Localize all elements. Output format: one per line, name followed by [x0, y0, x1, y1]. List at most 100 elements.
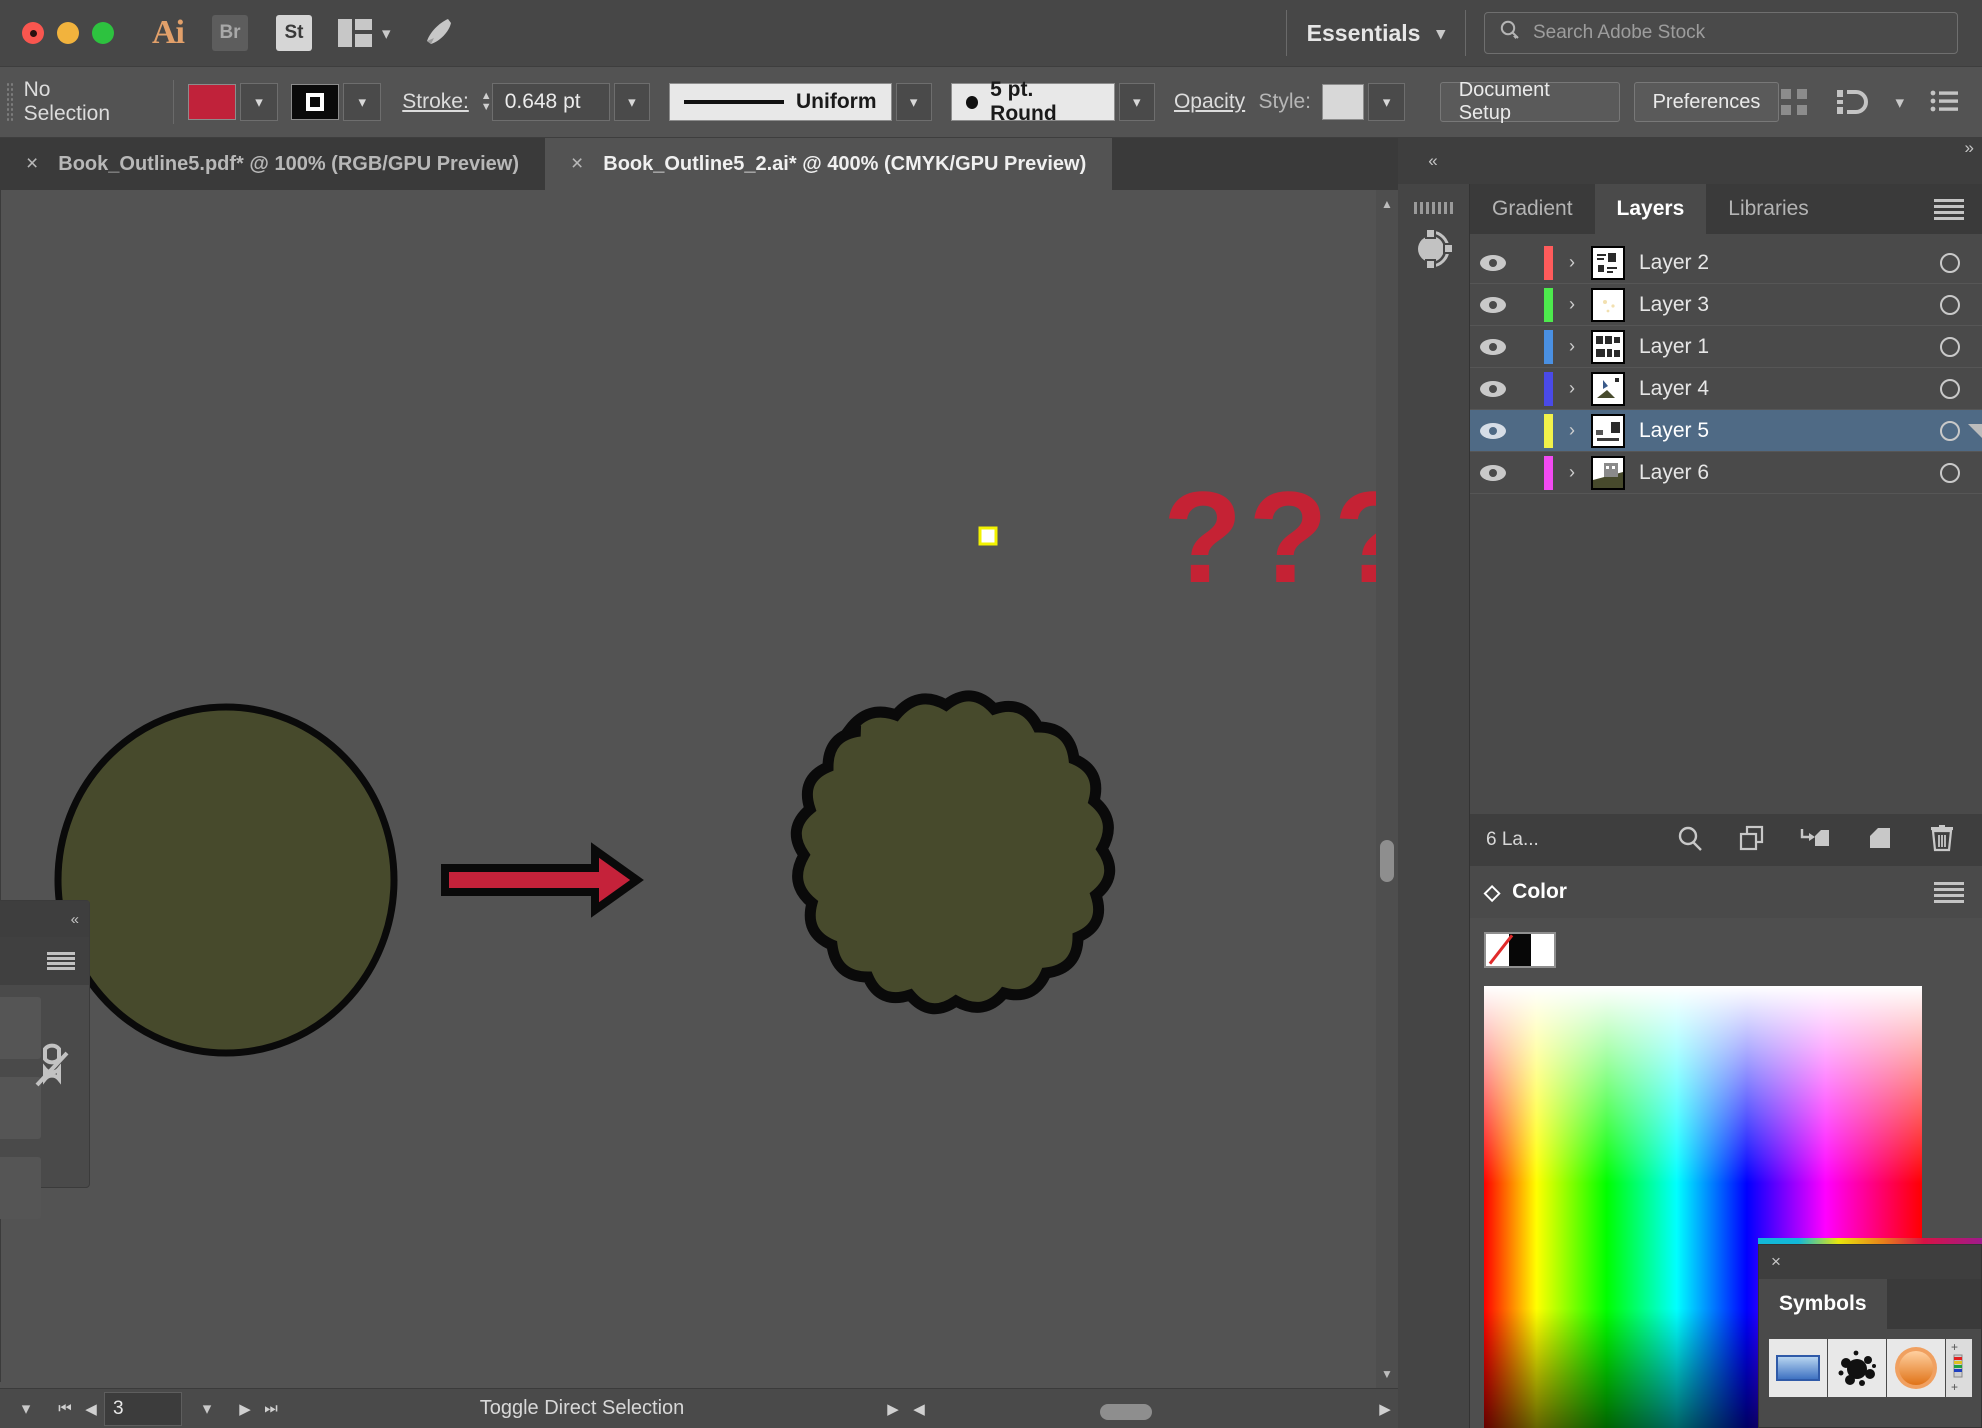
layer-row-3[interactable]: › Layer 4	[1470, 368, 1982, 410]
artboard-number-input[interactable]: 3	[104, 1391, 182, 1426]
layer-row-5[interactable]: › Layer 6	[1470, 452, 1982, 494]
control-bar-grip[interactable]	[6, 82, 14, 122]
expand-layer-icon[interactable]: ›	[1553, 336, 1591, 357]
expand-layer-icon[interactable]: ›	[1553, 378, 1591, 399]
visibility-eye-icon[interactable]	[1470, 338, 1516, 356]
make-clipping-mask-icon[interactable]	[1738, 824, 1766, 857]
color-quick-swatches[interactable]	[1484, 932, 1556, 968]
circle-shape[interactable]	[54, 703, 398, 1057]
locate-object-icon[interactable]	[1676, 824, 1704, 857]
align-grid-icon[interactable]	[1779, 87, 1810, 117]
document-setup-button[interactable]: Document Setup	[1439, 79, 1620, 124]
question-marks-text[interactable]: ???	[1163, 464, 1399, 610]
stock-icon[interactable]: St	[276, 15, 312, 51]
visibility-eye-icon[interactable]	[1470, 380, 1516, 398]
canvas-vertical-scrollbar[interactable]: ▲ ▼	[1376, 190, 1398, 1388]
layer-row-1[interactable]: › Layer 3	[1470, 284, 1982, 326]
maximize-window-button[interactable]	[92, 22, 114, 44]
expand-layer-icon[interactable]: ›	[1553, 294, 1591, 315]
fill-dropdown-button[interactable]: ▾	[239, 83, 278, 121]
color-panel-menu-icon[interactable]	[1934, 881, 1982, 903]
document-tab-1[interactable]: × Book_Outline5.pdf* @ 100% (RGB/GPU Pre…	[0, 138, 545, 190]
scrollbar-thumb[interactable]	[1100, 1404, 1152, 1420]
tab-libraries[interactable]: Libraries	[1706, 184, 1831, 234]
fill-color-swatch[interactable]	[187, 84, 236, 120]
stroke-profile-select[interactable]: Uniform	[669, 83, 892, 121]
panel-cell[interactable]	[0, 1157, 41, 1219]
layer-name[interactable]: Layer 5	[1639, 419, 1918, 443]
stock-search-input[interactable]: Search Adobe Stock	[1484, 12, 1958, 54]
layer-name[interactable]: Layer 2	[1639, 251, 1918, 275]
symbols-side-strip[interactable]: + +	[1946, 1339, 1972, 1397]
preferences-button[interactable]: Preferences	[1633, 82, 1780, 122]
blob-shape[interactable]	[790, 690, 1116, 1015]
create-new-layer-icon[interactable]	[1866, 824, 1894, 857]
hidden-panels-menu-icon[interactable]	[1930, 90, 1958, 114]
stepper-down-icon[interactable]: ▼	[481, 102, 492, 113]
expand-layer-icon[interactable]: ›	[1553, 420, 1591, 441]
artboard-select-dropdown[interactable]: ▾	[182, 1389, 232, 1428]
fill-swatch-group[interactable]: ▾	[187, 83, 278, 121]
tab-gradient[interactable]: Gradient	[1470, 184, 1595, 234]
first-artboard-button[interactable]: ⏮	[52, 1389, 78, 1428]
tab-layers[interactable]: Layers	[1594, 184, 1707, 234]
previous-artboard-button[interactable]: ◀	[78, 1389, 104, 1428]
shape-builder-icon[interactable]	[1408, 222, 1460, 274]
visibility-eye-icon[interactable]	[1470, 254, 1516, 272]
delete-layer-trash-icon[interactable]	[1928, 823, 1956, 858]
layer-name[interactable]: Layer 1	[1639, 335, 1918, 359]
close-icon[interactable]: ×	[26, 152, 38, 176]
layer-row-2[interactable]: › Layer 1	[1470, 326, 1982, 368]
chevron-down-icon[interactable]: ▾	[1895, 94, 1904, 111]
create-sublayer-icon[interactable]	[1800, 824, 1832, 857]
stroke-profile-dropdown-button[interactable]: ▾	[895, 83, 932, 121]
graphic-style-swatch[interactable]	[1322, 84, 1365, 120]
layer-target-button[interactable]	[1918, 336, 1982, 357]
artboard-zoom-dropdown[interactable]: ▾	[0, 1389, 52, 1428]
next-artboard-button[interactable]: ▶	[232, 1389, 258, 1428]
close-icon[interactable]: ×	[571, 152, 583, 176]
symbol-ink-splatter[interactable]	[1828, 1339, 1886, 1397]
tool-strip-grip[interactable]	[1413, 202, 1454, 214]
anchor-point-handle[interactable]	[978, 526, 998, 546]
layer-target-button[interactable]	[1918, 294, 1982, 315]
bridge-icon[interactable]: Br	[212, 15, 248, 51]
document-tab-2[interactable]: × Book_Outline5_2.ai* @ 400% (CMYK/GPU P…	[544, 138, 1113, 190]
stroke-color-swatch[interactable]	[291, 84, 340, 120]
tab-color[interactable]: ◇ Color	[1470, 880, 1567, 905]
none-swatch[interactable]	[1486, 934, 1509, 966]
unlink-icon[interactable]	[29, 1039, 73, 1098]
brush-definition-select[interactable]: 5 pt. Round	[950, 78, 1115, 125]
layers-list[interactable]: › Layer 2 › Layer 3 › Layer 1 › Layer 4 …	[1470, 234, 1982, 814]
layer-row-0[interactable]: › Layer 2	[1470, 242, 1982, 284]
arrange-documents-button[interactable]: ▾	[338, 19, 391, 47]
visibility-eye-icon[interactable]	[1470, 296, 1516, 314]
white-swatch[interactable]	[1531, 934, 1555, 966]
panel-menu-icon[interactable]	[47, 952, 75, 970]
stroke-weight-label[interactable]: Stroke:	[402, 90, 469, 114]
last-artboard-button[interactable]: ⏭	[258, 1389, 284, 1428]
symbols-grid[interactable]: + +	[1759, 1329, 1981, 1397]
visibility-eye-icon[interactable]	[1470, 464, 1516, 482]
layer-name[interactable]: Layer 3	[1639, 293, 1918, 317]
discover-rocket-icon[interactable]	[421, 14, 455, 53]
distribute-spacing-icon[interactable]	[1835, 87, 1869, 117]
layer-target-button[interactable]	[1918, 462, 1982, 483]
stroke-weight-stepper[interactable]: ▲ ▼	[481, 91, 492, 113]
layer-row-4[interactable]: › Layer 5	[1470, 410, 1982, 452]
expand-layer-icon[interactable]: ›	[1553, 462, 1591, 483]
black-swatch[interactable]	[1508, 934, 1532, 966]
layer-target-button[interactable]	[1918, 252, 1982, 273]
visibility-eye-icon[interactable]	[1470, 422, 1516, 440]
stroke-swatch-group[interactable]: ▾	[291, 83, 382, 121]
expand-layer-icon[interactable]: ›	[1553, 252, 1591, 273]
close-window-button[interactable]	[22, 22, 44, 44]
layer-name[interactable]: Layer 6	[1639, 461, 1918, 485]
scrollbar-thumb[interactable]	[1380, 840, 1394, 882]
graphic-style-dropdown-button[interactable]: ▾	[1368, 83, 1405, 121]
layer-name[interactable]: Layer 4	[1639, 377, 1918, 401]
tab-symbols[interactable]: Symbols	[1759, 1279, 1887, 1329]
opacity-label[interactable]: Opacity	[1174, 90, 1245, 114]
panel-menu-icon[interactable]	[1934, 184, 1982, 234]
arrow-shape[interactable]	[441, 842, 644, 918]
